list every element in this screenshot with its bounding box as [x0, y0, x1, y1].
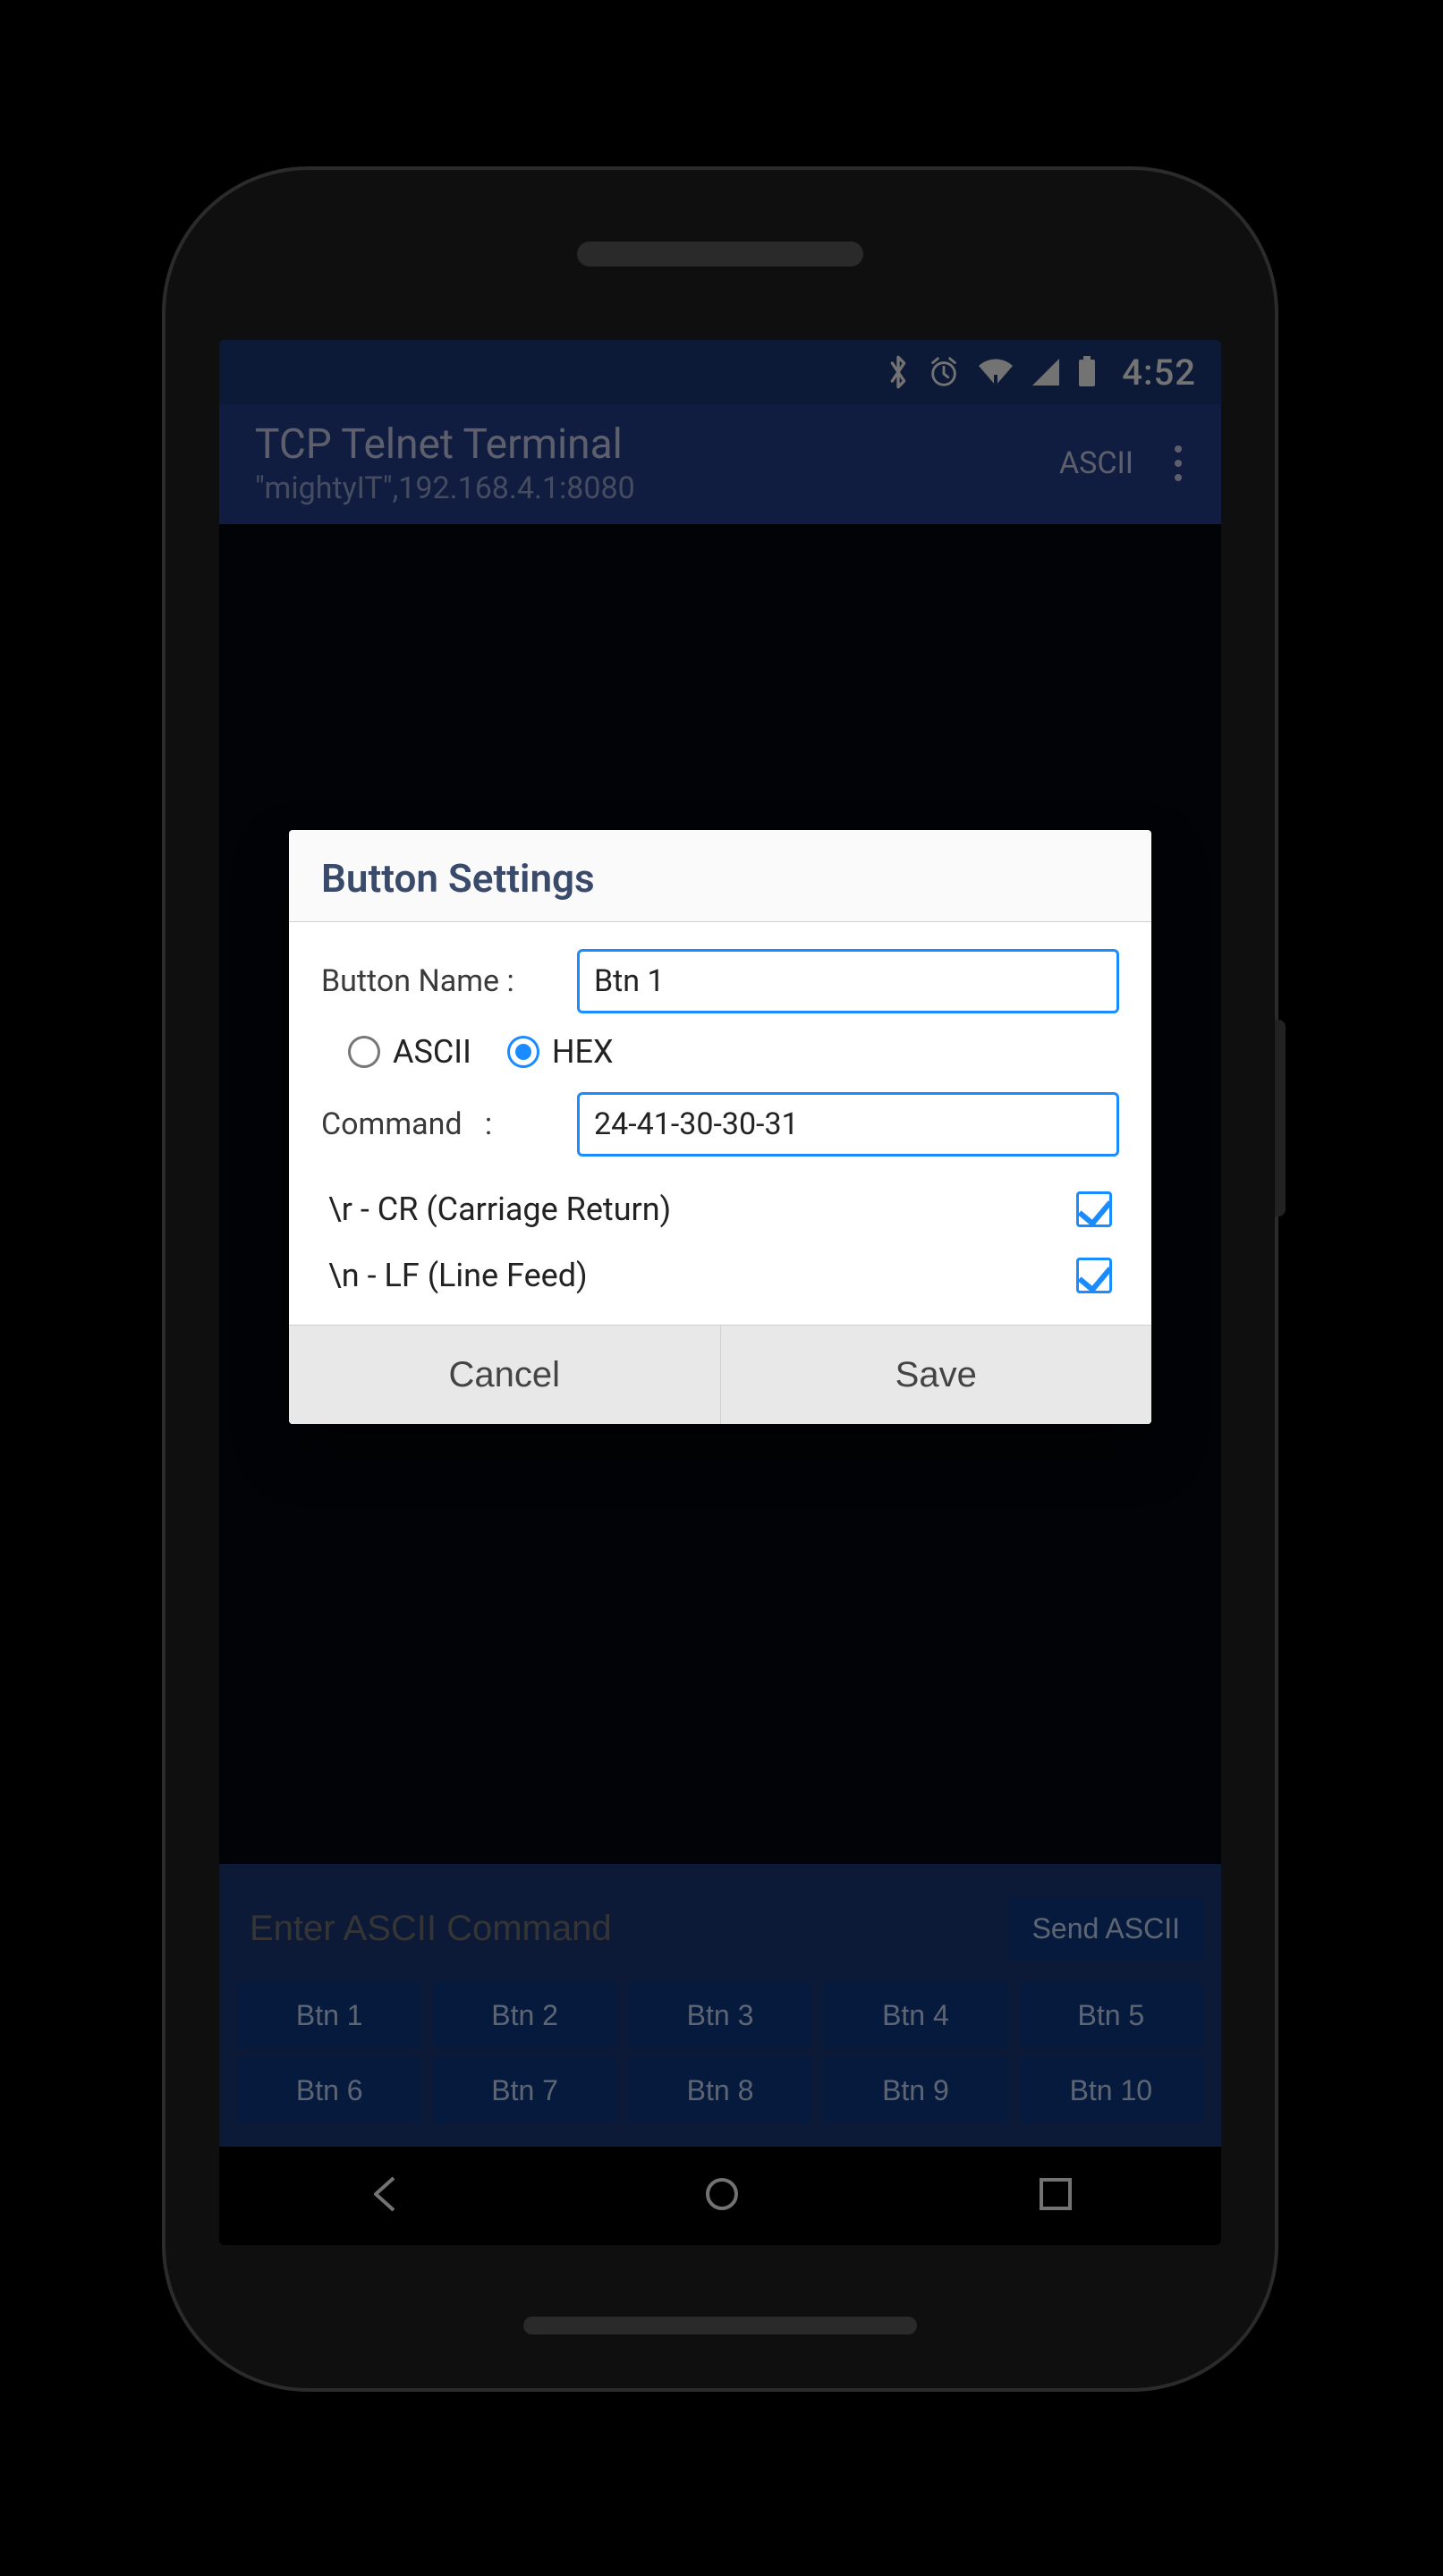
command-input-field[interactable]: [577, 1092, 1119, 1157]
radio-ascii-label: ASCII: [393, 1033, 471, 1071]
save-button[interactable]: Save: [720, 1326, 1152, 1424]
lf-label: \n - LF (Line Feed): [328, 1257, 588, 1294]
button-settings-dialog: Button Settings Button Name ASCII: [289, 830, 1151, 1424]
cr-checkbox[interactable]: [1076, 1191, 1112, 1227]
cr-label: \r - CR (Carriage Return): [328, 1191, 671, 1228]
dialog-actions: Cancel Save: [289, 1325, 1151, 1424]
cr-check-row[interactable]: \r - CR (Carriage Return): [321, 1176, 1119, 1242]
cancel-button[interactable]: Cancel: [289, 1326, 720, 1424]
dialog-body: Button Name ASCII HEX: [289, 922, 1151, 1325]
radio-hex-label: HEX: [552, 1033, 614, 1071]
encoding-radio-group: ASCII HEX: [348, 1033, 1119, 1071]
phone-earpiece: [577, 242, 863, 267]
phone-chin-speaker: [523, 2317, 917, 2334]
button-name-label: Button Name: [321, 963, 563, 999]
radio-hex[interactable]: HEX: [507, 1033, 614, 1071]
command-label: Command :: [321, 1106, 563, 1142]
phone-frame: 4:52 TCP Telnet Terminal "mightyIT",192.…: [166, 170, 1275, 2388]
dialog-title: Button Settings: [289, 830, 1151, 922]
stage: 4:52 TCP Telnet Terminal "mightyIT",192.…: [0, 0, 1443, 2576]
phone-screen: 4:52 TCP Telnet Terminal "mightyIT",192.…: [219, 340, 1221, 2245]
lf-check-row[interactable]: \n - LF (Line Feed): [321, 1242, 1119, 1309]
button-name-input[interactable]: [577, 949, 1119, 1013]
radio-icon: [348, 1036, 380, 1068]
radio-ascii[interactable]: ASCII: [348, 1033, 471, 1071]
phone-power-button: [1275, 1020, 1286, 1216]
radio-icon: [507, 1036, 539, 1068]
lf-checkbox[interactable]: [1076, 1258, 1112, 1293]
